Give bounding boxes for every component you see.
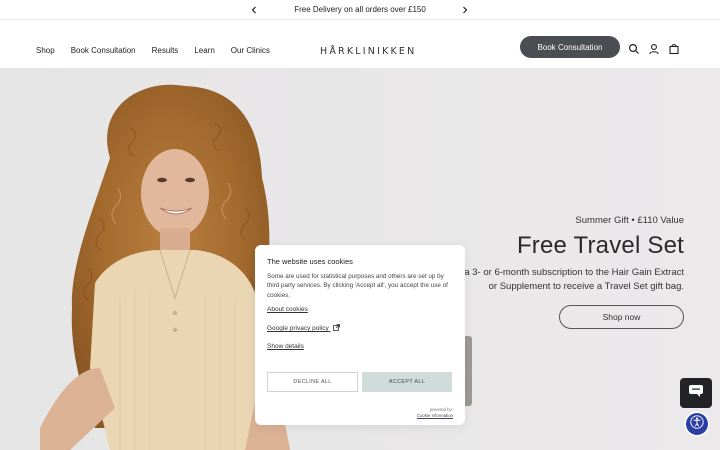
account-icon[interactable] [648, 42, 660, 55]
promo-subtitle: Summer Gift • £110 Value [575, 215, 684, 226]
show-details-link[interactable]: Show details [267, 343, 304, 350]
announcement-bar: Free Delivery on all orders over £150 [0, 0, 720, 20]
promo-title: Free Travel Set [516, 232, 684, 259]
powered-by: powered by: Cookie Information [417, 407, 453, 419]
decline-all-button[interactable]: DECLINE ALL [267, 372, 358, 392]
about-cookies-link[interactable]: About cookies [267, 306, 308, 313]
external-link-icon [332, 324, 340, 333]
chevron-left-icon[interactable] [247, 3, 261, 17]
book-consultation-button[interactable]: Book Consultation [520, 36, 620, 58]
nav-item-results[interactable]: Results [152, 46, 179, 55]
google-privacy-link[interactable]: Google privacy policy [267, 324, 340, 333]
chevron-right-icon[interactable] [458, 3, 472, 17]
chat-bubble-icon [688, 384, 704, 403]
promo-description: a 3- or 6-month subscription to the Hair… [464, 267, 684, 292]
nav-item-our-clinics[interactable]: Our Clinics [231, 46, 270, 55]
accessibility-button[interactable] [686, 413, 708, 435]
nav-item-book-consultation[interactable]: Book Consultation [71, 46, 136, 55]
cookie-dialog: The website uses cookies Some are used f… [255, 245, 465, 425]
google-privacy-label: Google privacy policy [267, 325, 329, 332]
shop-now-button[interactable]: Shop now [559, 305, 684, 329]
announcement-text: Free Delivery on all orders over £150 [294, 5, 426, 14]
nav-item-shop[interactable]: Shop [36, 46, 55, 55]
bag-icon[interactable] [668, 42, 680, 55]
page: Free Delivery on all orders over £150 Sh… [0, 0, 720, 450]
main-nav: Shop Book Consultation Results Learn Our… [36, 46, 286, 55]
cookie-information-link[interactable]: Cookie Information [417, 413, 453, 419]
brand-logo[interactable]: HÅRKLINIKKEN [320, 46, 416, 57]
search-icon[interactable] [628, 42, 640, 54]
accept-all-button[interactable]: ACCEPT ALL [362, 372, 452, 392]
site-header: Shop Book Consultation Results Learn Our… [0, 20, 720, 68]
chat-button[interactable] [680, 378, 712, 408]
nav-item-learn[interactable]: Learn [194, 46, 214, 55]
accessibility-icon [690, 414, 704, 434]
cookie-dialog-body: Some are used for statistical purposes a… [267, 273, 448, 299]
cookie-dialog-title: The website uses cookies [267, 257, 353, 266]
